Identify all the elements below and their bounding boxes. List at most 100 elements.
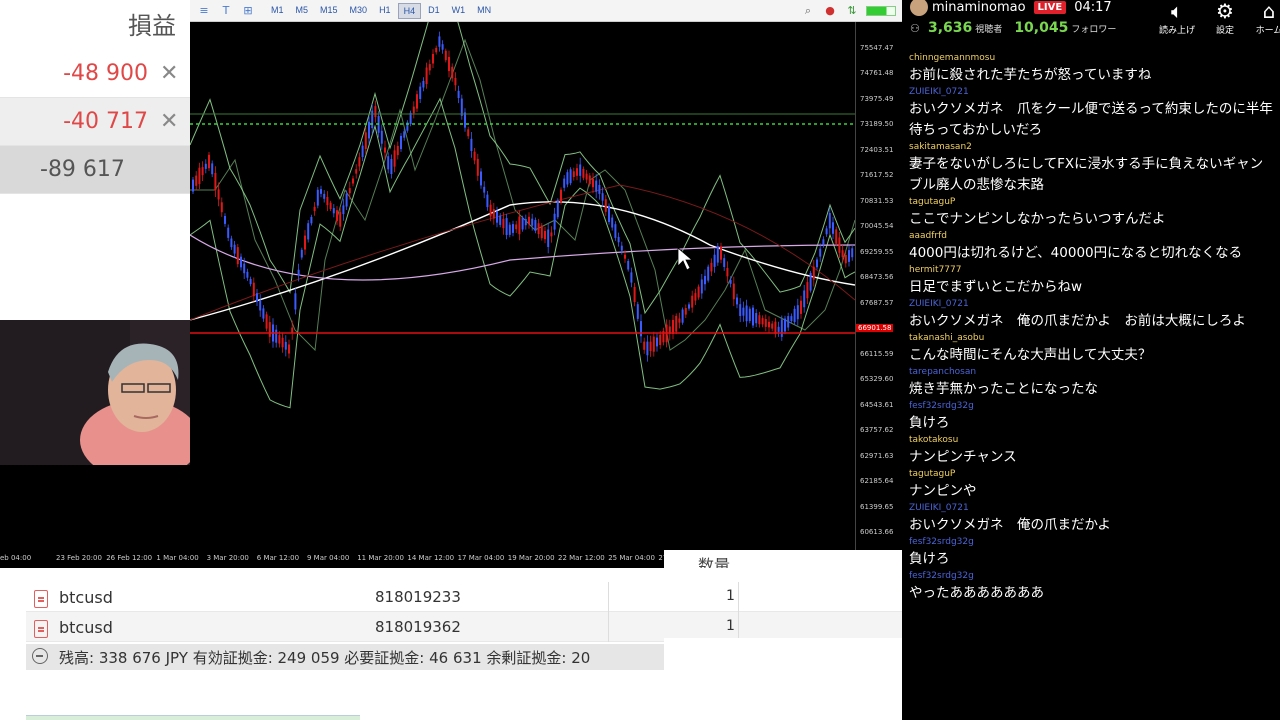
chat-message[interactable]: sakitamasan2 妻子をないがしろにしてFXに浸水する手に負えないギャンブ… <box>902 141 1280 196</box>
chat-message-list[interactable]: chinngemannmosu お前に殺された芋たちが怒っていますね ZUIEIKI… <box>902 52 1280 604</box>
chat-header: minaminomao LIVE 04:17 ⚇ 3,636 視聴者 10,04… <box>902 0 1280 44</box>
streamer-image <box>0 320 190 465</box>
chat-username[interactable]: fesf32srdg32g <box>909 400 1276 413</box>
timeframe-m30[interactable]: M30 <box>345 3 373 19</box>
follower-label: フォロワー <box>1071 25 1117 35</box>
candlestick-chart[interactable] <box>189 0 856 550</box>
chat-message[interactable]: takanashi_asobu こんな時間にそんな大声出して大丈夫？ <box>902 332 1280 366</box>
timeframe-list: M1 M5 M15 M30 H1 H4 D1 W1 MN <box>264 2 496 19</box>
chat-text: ナンピンチャンス <box>909 449 1017 465</box>
price-tick-label: 61399.65 <box>860 502 894 511</box>
shapes-icon[interactable]: ⊞ <box>240 4 256 18</box>
collapse-icon[interactable] <box>32 648 48 664</box>
timeframe-d1[interactable]: D1 <box>423 3 445 19</box>
chat-username[interactable]: tagutaguP <box>909 468 1276 481</box>
chat-username[interactable]: hermit7777 <box>909 264 1276 277</box>
chat-username[interactable]: ZUIEIKI_0721 <box>909 86 1276 99</box>
pl-total: -89 617 <box>40 157 125 182</box>
chat-message[interactable]: takotakosu ナンピンチャンス <box>902 434 1280 468</box>
follower-count: 10,045 <box>1014 20 1069 36</box>
chat-message[interactable]: fesf32srdg32g やったあああああああ <box>902 570 1280 604</box>
chat-username[interactable]: takotakosu <box>909 434 1276 447</box>
chat-message[interactable]: chinngemannmosu お前に殺された芋たちが怒っていますね <box>902 52 1280 86</box>
close-position-icon[interactable]: ✕ <box>160 109 178 134</box>
viewer-count: 3,636 <box>928 20 973 36</box>
chat-message[interactable]: fesf32srdg32g 負けろ <box>902 400 1280 434</box>
chat-username[interactable]: tagutaguP <box>909 196 1276 209</box>
elapsed-time: 04:17 <box>1074 0 1112 15</box>
timeframe-w1[interactable]: W1 <box>447 3 471 19</box>
horizontal-scrollbar[interactable] <box>26 715 360 720</box>
text-tool-icon[interactable]: T <box>218 4 234 18</box>
lines-icon[interactable]: ≡ <box>196 4 212 18</box>
table-blank-area <box>664 638 902 720</box>
price-tick-label: 63757.62 <box>860 426 894 435</box>
channel-name[interactable]: minaminomao <box>932 0 1026 15</box>
price-tick-label: 73189.50 <box>860 120 894 129</box>
price-tick-label: 60613.66 <box>860 528 894 536</box>
chat-text: お前に殺された芋たちが怒っていますね <box>909 67 1152 83</box>
price-tick-label: 74761.48 <box>860 69 894 78</box>
notification-icon[interactable]: ● <box>822 4 838 18</box>
ticket-cell: 818019362 <box>375 618 461 636</box>
home-button[interactable]: ⌂ ホーム <box>1246 0 1280 36</box>
chat-username[interactable]: ZUIEIKI_0721 <box>909 298 1276 311</box>
chat-username[interactable]: fesf32srdg32g <box>909 536 1276 549</box>
chat-text: ナンピンや <box>909 483 977 499</box>
chat-text: 日足でまずいとこだからねw <box>909 279 1083 295</box>
chat-message[interactable]: fesf32srdg32g 負けろ <box>902 536 1280 570</box>
chat-message[interactable]: tagutaguP ナンピンや <box>902 468 1280 502</box>
price-tick-label: 70831.53 <box>860 196 894 205</box>
read-aloud-label: 読み上げ <box>1158 26 1195 36</box>
chat-message[interactable]: tarepanchosan 焼き芋無かったことになったな <box>902 366 1280 400</box>
timeframe-m15[interactable]: M15 <box>315 3 343 19</box>
speaker-icon: 🔈︎ <box>1171 0 1183 23</box>
live-badge: LIVE <box>1033 0 1067 14</box>
chat-message[interactable]: hermit7777 日足でまずいとこだからねw <box>902 264 1280 298</box>
timeframe-h4[interactable]: H4 <box>397 2 422 19</box>
signal-icon[interactable]: ⇅ <box>844 4 860 18</box>
price-tick-label: 67687.57 <box>860 298 894 307</box>
chat-username[interactable]: fesf32srdg32g <box>909 570 1276 583</box>
price-tick-label: 73975.49 <box>860 94 894 103</box>
chat-username[interactable]: ZUIEIKI_0721 <box>909 502 1276 515</box>
home-label: ホーム <box>1255 26 1280 36</box>
chat-text: 焼き芋無かったことになったな <box>909 381 1098 397</box>
stream-screen: 75547.47 74761.48 73975.49 73189.50 72403.51… <box>0 0 1280 720</box>
price-tick-label: 71617.52 <box>860 171 894 180</box>
chat-message[interactable]: tagutaguP ここでナンピンしなかったらいつすんだよ <box>902 196 1280 230</box>
price-chart[interactable] <box>189 0 856 550</box>
price-tick-label: 62971.63 <box>860 451 894 460</box>
chat-message[interactable]: ZUIEIKI_0721 おいクソメガネ 爪をクール便で送るって約束したのに半年待… <box>902 86 1280 141</box>
pl-row: -40 717 ✕ <box>0 98 190 146</box>
price-tick-label: 66115.59 <box>860 349 894 358</box>
chat-username[interactable]: tarepanchosan <box>909 366 1276 379</box>
stream-stats: ⚇ 3,636 視聴者 10,045 フォロワー <box>910 20 1116 36</box>
chat-message[interactable]: ZUIEIKI_0721 おいクソメガネ 俺の爪まだかよ お前は大概にしろよ <box>902 298 1280 332</box>
ticket-cell: 818019233 <box>375 588 461 606</box>
price-tick-label: 65329.60 <box>860 375 894 384</box>
timeframe-h1[interactable]: H1 <box>374 3 396 19</box>
chat-username[interactable]: takanashi_asobu <box>909 332 1276 345</box>
timeframe-mn[interactable]: MN <box>472 3 496 19</box>
viewers-icon: ⚇ <box>910 22 920 35</box>
connection-bar <box>866 5 896 16</box>
table-row[interactable]: btcusd 818019233 1 <box>26 582 902 612</box>
timeframe-m5[interactable]: M5 <box>291 3 314 19</box>
pl-row: -48 900 ✕ <box>0 50 190 98</box>
chat-username[interactable]: chinngemannmosu <box>909 52 1276 65</box>
chat-username[interactable]: aaadfrfd <box>909 230 1276 243</box>
timeframe-m1[interactable]: M1 <box>266 3 289 19</box>
qty-cell: 1 <box>726 618 735 634</box>
read-aloud-button[interactable]: 🔈︎ 読み上げ <box>1154 0 1200 36</box>
column-divider <box>738 582 739 612</box>
settings-button[interactable]: ⚙ 設定 <box>1202 0 1248 36</box>
document-icon <box>34 590 48 608</box>
avatar[interactable] <box>910 0 928 16</box>
close-position-icon[interactable]: ✕ <box>160 61 178 86</box>
price-tick-label: 62185.64 <box>860 477 894 486</box>
chat-message[interactable]: aaadfrfd 4000円は切れるけど、40000円になると切れなくなる <box>902 230 1280 264</box>
search-icon[interactable]: ⌕ <box>800 4 816 18</box>
chat-username[interactable]: sakitamasan2 <box>909 141 1276 154</box>
chat-message[interactable]: ZUIEIKI_0721 おいクソメガネ 俺の爪まだかよ <box>902 502 1280 536</box>
